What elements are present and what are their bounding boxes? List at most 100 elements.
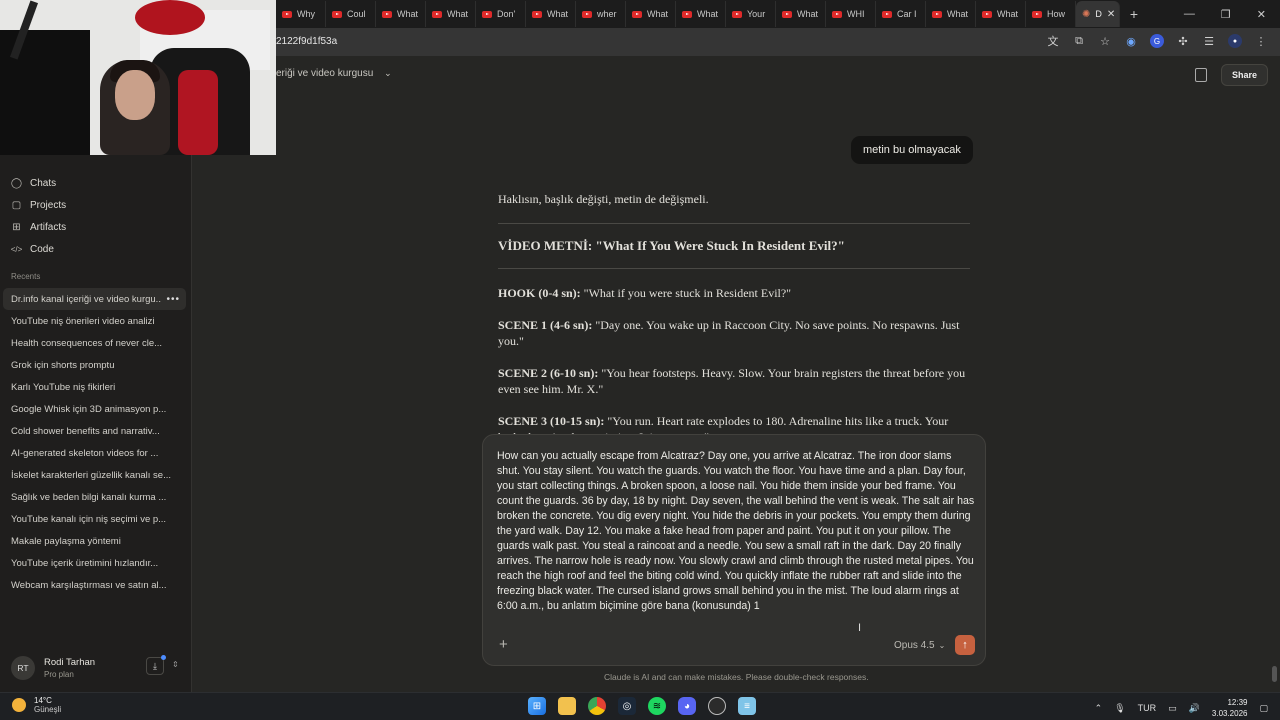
reading-list-icon[interactable]: ☰	[1202, 34, 1216, 48]
recent-chat-item[interactable]: Makale paylaşma yöntemi	[3, 530, 186, 552]
conversation-title-text: eriği ve video kurgusu	[276, 68, 374, 79]
notification-icon[interactable]: ▢	[1259, 703, 1268, 714]
tab-label: What	[697, 9, 719, 19]
share-button[interactable]: Share	[1220, 64, 1268, 86]
recent-chat-item[interactable]: İskelet karakterleri güzellik kanalı se.…	[3, 464, 186, 486]
recent-chat-item[interactable]: Health consequences of never cle...	[3, 332, 186, 354]
add-attachment-button[interactable]: +	[499, 636, 508, 653]
user-menu[interactable]: RT Rodi Tarhan Pro plan ⤓ ⇕	[0, 644, 192, 692]
browser-tab[interactable]: What	[376, 1, 426, 27]
chrome-icon[interactable]	[588, 697, 606, 715]
recent-chat-item[interactable]: Sağlık ve beden bilgi kanalı kurma ...	[3, 486, 186, 508]
url-text[interactable]: 2122f9d1f53a	[276, 36, 337, 47]
translate-icon[interactable]: 文	[1046, 34, 1060, 48]
extensions-puzzle-icon[interactable]: ✣	[1176, 34, 1190, 48]
recent-chat-item[interactable]: Webcam karşılaştırması ve satın al...	[3, 574, 186, 596]
steam-icon[interactable]: ◎	[618, 697, 636, 715]
youtube-icon	[882, 10, 892, 18]
close-window-icon[interactable]: ✕	[1257, 8, 1266, 21]
tab-label: Your	[747, 9, 766, 19]
recent-chat-label: Dr.info kanal içeriği ve video kurgu...	[11, 293, 161, 305]
profile-avatar-icon[interactable]: ●	[1228, 34, 1242, 48]
chevron-updown-icon[interactable]: ⇕	[172, 660, 179, 669]
file-explorer-icon[interactable]	[558, 697, 576, 715]
language-indicator[interactable]: TUR	[1138, 703, 1157, 713]
browser-tab[interactable]: WHI	[826, 1, 876, 27]
browser-tab[interactable]: Don'	[476, 1, 526, 27]
more-menu-icon[interactable]: ⋮	[1254, 34, 1268, 48]
network-icon[interactable]: ▭	[1168, 703, 1177, 714]
youtube-icon	[332, 10, 342, 18]
scrollbar[interactable]	[1272, 666, 1277, 682]
notification-dot	[161, 655, 166, 660]
main-content: eriği ve video kurgusu ⌄ Share metin bu …	[192, 56, 1280, 692]
new-tab-button[interactable]: +	[1120, 6, 1148, 22]
recent-chat-item[interactable]: Google Whisk için 3D animasyon p...	[3, 398, 186, 420]
microphone-icon[interactable]: 🎙	[1114, 703, 1125, 714]
browser-tab[interactable]: What	[776, 1, 826, 27]
restore-icon[interactable]: ❐	[1221, 8, 1231, 21]
sidebar-nav: ◯ Chats ▢ Projects ⊞ Artifacts </> Code	[0, 172, 192, 260]
recent-chat-label: Sağlık ve beden bilgi kanalı kurma ...	[11, 491, 167, 503]
browser-tab[interactable]: What	[926, 1, 976, 27]
browser-tab[interactable]: How	[1026, 1, 1076, 27]
chevron-up-icon[interactable]: ⌃	[1095, 703, 1103, 714]
recent-chat-label: AI-generated skeleton videos for ...	[11, 447, 159, 459]
browser-tab[interactable]: Why	[276, 1, 326, 27]
recent-chat-item[interactable]: Cold shower benefits and narrativ...	[3, 420, 186, 442]
discord-icon[interactable]: ◕	[678, 697, 696, 715]
tab-label: Why	[297, 9, 315, 19]
browser-tab[interactable]: What	[626, 1, 676, 27]
model-selector[interactable]: Opus 4.5 ⌄	[894, 640, 945, 651]
volume-icon[interactable]: 🔊	[1189, 703, 1200, 714]
browser-tab[interactable]: Coul	[326, 1, 376, 27]
recent-chat-item[interactable]: YouTube niş önerileri video analizi	[3, 310, 186, 332]
conversation-title[interactable]: eriği ve video kurgusu ⌄	[276, 68, 392, 79]
sidebar-item-artifacts[interactable]: ⊞ Artifacts	[0, 216, 192, 238]
browser-tab[interactable]: What	[976, 1, 1026, 27]
tab-label: What	[797, 9, 819, 19]
disclaimer: Claude is AI and can make mistakes. Plea…	[604, 672, 869, 682]
sidebar-item-code[interactable]: </> Code	[0, 238, 192, 260]
active-tab[interactable]: ✺ D ✕	[1076, 1, 1120, 27]
recent-chat-item[interactable]: Karlı YouTube niş fikirleri	[3, 376, 186, 398]
extension-audio-icon[interactable]: ◉	[1124, 34, 1138, 48]
sidebar-item-chats[interactable]: ◯ Chats	[0, 172, 192, 194]
browser-tab[interactable]: Your	[726, 1, 776, 27]
send-button[interactable]: ↑	[955, 635, 975, 655]
browser-tab[interactable]: What	[526, 1, 576, 27]
recent-chat-item[interactable]: YouTube kanalı için niş seçimi ve p...	[3, 508, 186, 530]
tab-label: What	[997, 9, 1019, 19]
scene-label: SCENE 1 (4-6 sn):	[498, 318, 593, 332]
extension-icon[interactable]: G	[1150, 34, 1164, 48]
spotify-icon[interactable]: ≋	[648, 697, 666, 715]
scene-label: HOOK (0-4 sn):	[498, 286, 581, 300]
cast-icon[interactable]: ⧉	[1072, 34, 1086, 48]
recent-chat-label: Health consequences of never cle...	[11, 337, 163, 349]
notepad-icon[interactable]: ≡	[738, 697, 756, 715]
browser-tab[interactable]: Car I	[876, 1, 926, 27]
sidebar-item-projects[interactable]: ▢ Projects	[0, 194, 192, 216]
weather-widget[interactable]: 14°C Güneşli	[12, 696, 61, 714]
close-tab-icon[interactable]: ✕	[1107, 9, 1115, 20]
recent-chat-item[interactable]: Dr.info kanal içeriği ve video kurgu... •…	[3, 288, 186, 310]
browser-tab[interactable]: What	[676, 1, 726, 27]
browser-tab[interactable]: What	[426, 1, 476, 27]
clock[interactable]: 12:39 3.03.2026	[1212, 697, 1248, 719]
recent-chat-item[interactable]: Grok için shorts promptu	[3, 354, 186, 376]
recent-chat-item[interactable]: YouTube içerik üretimini hızlandır...	[3, 552, 186, 574]
recent-chat-item[interactable]: AI-generated skeleton videos for ...	[3, 442, 186, 464]
webcam-overlay	[0, 0, 276, 155]
github-icon[interactable]	[708, 697, 726, 715]
document-icon[interactable]	[1194, 68, 1207, 82]
composer-input[interactable]: How can you actually escape from Alcatra…	[497, 449, 975, 614]
recent-chat-label: Google Whisk için 3D animasyon p...	[11, 403, 167, 415]
more-options-icon[interactable]: •••	[166, 294, 180, 305]
window-controls: — ❐ ✕	[1184, 8, 1280, 21]
windows-start-icon[interactable]: ⊞	[528, 697, 546, 715]
message-composer[interactable]: How can you actually escape from Alcatra…	[482, 434, 986, 666]
wall-logo	[135, 0, 205, 35]
browser-tab[interactable]: wher	[576, 1, 626, 27]
bookmark-star-icon[interactable]: ☆	[1098, 34, 1112, 48]
minimize-icon[interactable]: —	[1184, 8, 1195, 21]
